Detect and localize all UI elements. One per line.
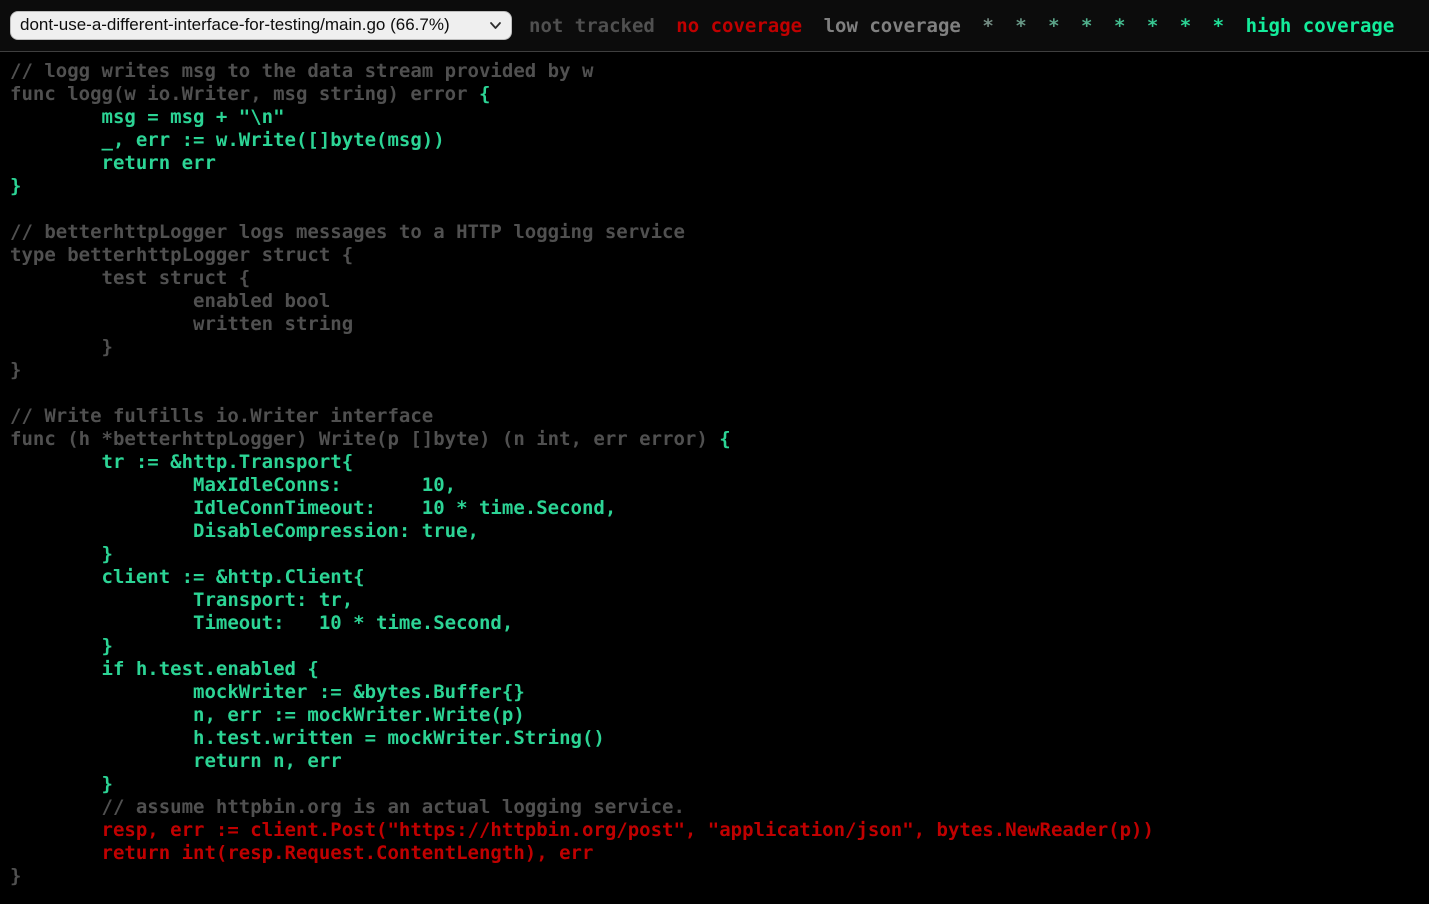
code-segment-unt: }: [10, 359, 21, 381]
code-line: client := &http.Client{: [10, 566, 365, 588]
code-line: func logg(w io.Writer, msg string) error…: [10, 83, 490, 105]
legend-item: *: [982, 15, 993, 37]
code-segment-unt: func (h *betterhttpLogger) Write(p []byt…: [10, 428, 719, 450]
code-segment-unt: written string: [10, 313, 353, 335]
code-line: msg = msg + "\n": [10, 106, 285, 128]
code-line: _, err := w.Write([]byte(msg)): [10, 129, 445, 151]
legend-item: no coverage: [676, 15, 802, 37]
code-segment-unt: }: [10, 336, 113, 358]
code-line: }: [10, 175, 21, 197]
code-segment-cov8: if h.test.enabled {: [10, 658, 319, 680]
code-line: // betterhttpLogger logs messages to a H…: [10, 221, 685, 243]
code-segment-cov8: mockWriter := &bytes.Buffer{}: [10, 681, 525, 703]
code-segment-unt: type betterhttpLogger struct {: [10, 244, 353, 266]
code-line: }: [10, 336, 113, 358]
code-line: mockWriter := &bytes.Buffer{}: [10, 681, 525, 703]
legend-item: *: [1048, 15, 1059, 37]
code-segment-cov8: }: [10, 635, 113, 657]
legend-item: *: [1147, 15, 1158, 37]
code-segment-cov8: return n, err: [10, 750, 342, 772]
code-line: // Write fulfills io.Writer interface: [10, 405, 433, 427]
legend-item: *: [1180, 15, 1191, 37]
code-segment-cov8: }: [10, 543, 113, 565]
code-line: Transport: tr,: [10, 589, 353, 611]
code-line: resp, err := client.Post("https://httpbi…: [10, 819, 1154, 841]
code-line: func (h *betterhttpLogger) Write(p []byt…: [10, 428, 731, 450]
code-line: return err: [10, 152, 216, 174]
code-segment-cov0: resp, err := client.Post("https://httpbi…: [10, 819, 1154, 841]
code-line: return n, err: [10, 750, 342, 772]
code-segment-cov8: }: [10, 175, 21, 197]
coverage-legend: not tracked no coverage low coverage * *…: [524, 15, 1399, 37]
code-line: MaxIdleConns: 10,: [10, 474, 456, 496]
code-line: if h.test.enabled {: [10, 658, 319, 680]
code-segment-cov8: client := &http.Client{: [10, 566, 365, 588]
code-segment-unt: // betterhttpLogger logs messages to a H…: [10, 221, 685, 243]
code-segment-cov8: msg = msg + "\n": [10, 106, 285, 128]
code-segment-unt: enabled bool: [10, 290, 330, 312]
code-line: IdleConnTimeout: 10 * time.Second,: [10, 497, 616, 519]
code-segment-unt: // logg writes msg to the data stream pr…: [10, 60, 593, 82]
code-segment-unt: // Write fulfills io.Writer interface: [10, 405, 433, 427]
code-line: // assume httpbin.org is an actual loggi…: [10, 796, 685, 818]
code-line: DisableCompression: true,: [10, 520, 479, 542]
code-line: // logg writes msg to the data stream pr…: [10, 60, 593, 82]
code-segment-cov8: DisableCompression: true,: [10, 520, 479, 542]
source-code: // logg writes msg to the data stream pr…: [0, 52, 1429, 888]
legend-item: *: [1114, 15, 1125, 37]
legend-item: *: [1081, 15, 1092, 37]
code-line: }: [10, 359, 21, 381]
code-line: test struct {: [10, 267, 250, 289]
code-segment-cov8: Timeout: 10 * time.Second,: [10, 612, 513, 634]
code-segment-cov8: MaxIdleConns: 10,: [10, 474, 456, 496]
code-segment-cov8: h.test.written = mockWriter.String(): [10, 727, 605, 749]
code-segment-unt: func logg(w io.Writer, msg string) error: [10, 83, 479, 105]
legend-item: not tracked: [529, 15, 655, 37]
code-line: return int(resp.Request.ContentLength), …: [10, 842, 593, 864]
code-segment-cov8: {: [719, 428, 730, 450]
file-select[interactable]: dont-use-a-different-interface-for-testi…: [10, 11, 512, 40]
code-line: }: [10, 773, 113, 795]
code-segment-unt: // assume httpbin.org is an actual loggi…: [10, 796, 685, 818]
code-segment-cov8: tr := &http.Transport{: [10, 451, 353, 473]
code-line: n, err := mockWriter.Write(p): [10, 704, 525, 726]
topbar: dont-use-a-different-interface-for-testi…: [0, 0, 1429, 52]
code-segment-unt: test struct {: [10, 267, 250, 289]
legend-item: *: [1213, 15, 1224, 37]
code-line: type betterhttpLogger struct {: [10, 244, 353, 266]
code-segment-cov8: IdleConnTimeout: 10 * time.Second,: [10, 497, 616, 519]
code-segment-unt: }: [10, 865, 21, 887]
code-line: }: [10, 865, 21, 887]
code-line: enabled bool: [10, 290, 330, 312]
code-segment-cov8: {: [479, 83, 490, 105]
code-segment-cov8: }: [10, 773, 113, 795]
code-line: written string: [10, 313, 353, 335]
code-segment-cov8: Transport: tr,: [10, 589, 353, 611]
legend-item: *: [1015, 15, 1026, 37]
file-select-wrapper: dont-use-a-different-interface-for-testi…: [10, 11, 512, 40]
code-segment-cov0: return int(resp.Request.ContentLength), …: [10, 842, 593, 864]
code-line: h.test.written = mockWriter.String(): [10, 727, 605, 749]
code-line: tr := &http.Transport{: [10, 451, 353, 473]
legend-item: high coverage: [1246, 15, 1395, 37]
code-segment-cov8: _, err := w.Write([]byte(msg)): [10, 129, 445, 151]
code-line: }: [10, 543, 113, 565]
code-line: Timeout: 10 * time.Second,: [10, 612, 513, 634]
legend-item: low coverage: [824, 15, 961, 37]
code-segment-cov8: n, err := mockWriter.Write(p): [10, 704, 525, 726]
code-line: }: [10, 635, 113, 657]
code-segment-cov8: return err: [10, 152, 216, 174]
